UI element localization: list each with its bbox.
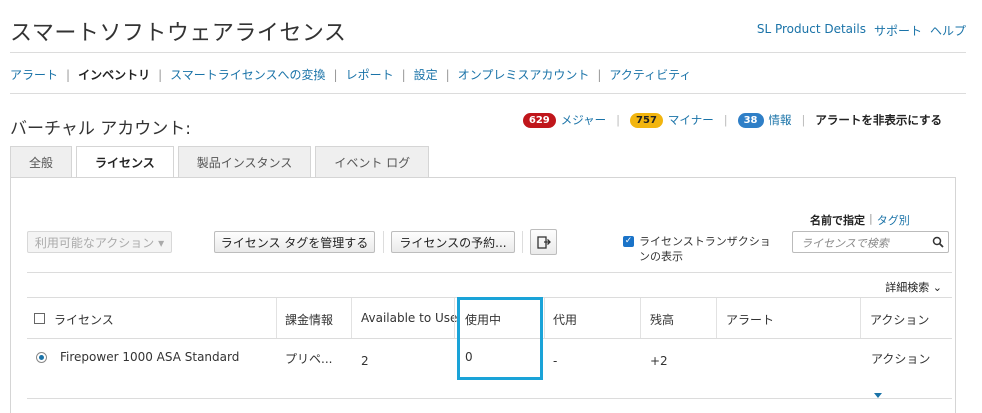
alert-summary: 629 メジャー | 757 マイナー | 38 情報 | アラートを非表示にす… — [522, 112, 942, 128]
row-bottom-border — [27, 398, 952, 399]
nav-separator: | — [401, 67, 406, 82]
export-icon — [536, 236, 551, 249]
minor-alert-link[interactable]: マイナー — [668, 112, 714, 128]
row-radio-selected[interactable] — [36, 352, 47, 363]
tab-licenses[interactable]: ライセンス — [76, 146, 174, 178]
virtual-account-label[interactable]: バーチャル アカウント: — [10, 114, 191, 139]
nav-separator: | — [597, 67, 602, 82]
toolbar-divider — [522, 231, 523, 253]
support-link[interactable]: サポート — [874, 22, 922, 39]
col-balance[interactable]: 残高 — [650, 311, 674, 328]
show-transactions-checkbox[interactable]: ✓ — [623, 236, 634, 247]
balance-cell: +2 — [650, 354, 668, 368]
nav-on-prem-accounts[interactable]: オンプレミスアカウント — [458, 66, 590, 83]
in-use-highlight-box — [457, 297, 543, 380]
substitution-cell: - — [553, 354, 558, 368]
nav-separator: | — [66, 67, 71, 82]
row-actions-link[interactable]: アクション — [871, 350, 930, 367]
filter-by-name[interactable]: 名前で指定 — [810, 212, 865, 228]
col-substitution[interactable]: 代用 — [553, 311, 577, 328]
license-name-link[interactable]: Firepower 1000 ASA Standard — [60, 350, 239, 364]
reserve-licenses-button[interactable]: ライセンスの予約... — [391, 231, 515, 253]
tab-product-instances[interactable]: 製品インスタンス — [177, 146, 312, 177]
show-transactions-label-line1: ライセンストランザクショ — [639, 235, 771, 248]
info-alert-link[interactable]: 情報 — [769, 112, 792, 128]
nav-settings[interactable]: 設定 — [414, 66, 438, 83]
nav-reports[interactable]: レポート — [346, 66, 394, 83]
main-nav: アラート | インベントリ | スマートライセンスへの変換 | レポート | 設… — [10, 66, 691, 83]
nav-inventory[interactable]: インベントリ — [78, 66, 150, 83]
search-filter-toggle: 名前で指定 | タグ別 — [810, 212, 910, 228]
nav-divider — [10, 93, 966, 94]
sl-product-details-link[interactable]: SL Product Details — [757, 22, 866, 39]
license-search-input[interactable]: ライセンスで検索 — [792, 231, 949, 253]
tab-general[interactable]: 全般 — [10, 146, 73, 177]
filter-by-tag[interactable]: タグ別 — [877, 212, 910, 228]
nav-alerts[interactable]: アラート — [10, 66, 58, 83]
available-actions-dropdown[interactable]: 利用可能なアクション ▾ — [27, 231, 172, 253]
nav-separator: | — [158, 67, 163, 82]
minor-alert-badge[interactable]: 757 — [630, 112, 663, 128]
available-cell: 2 — [361, 354, 369, 368]
nav-convert-smart-license[interactable]: スマートライセンスへの変換 — [170, 66, 325, 83]
col-billing[interactable]: 課金情報 — [285, 311, 333, 328]
manage-license-tags-button[interactable]: ライセンス タグを管理する — [214, 231, 375, 253]
col-alert[interactable]: アラート — [726, 311, 774, 328]
export-button[interactable] — [530, 229, 557, 255]
col-available-to-use[interactable]: Available to Use — [361, 311, 457, 325]
tab-event-log[interactable]: イベント ログ — [315, 146, 430, 177]
show-transactions-option[interactable]: ✓ ライセンストランザクショ ンの表示 — [623, 235, 771, 264]
toolbar-divider — [383, 231, 384, 253]
header-divider — [10, 52, 966, 53]
filter-separator: | — [869, 212, 873, 225]
billing-cell: プリペ... — [285, 352, 333, 366]
major-alert-link[interactable]: メジャー — [561, 112, 606, 128]
select-all-checkbox[interactable] — [34, 313, 45, 324]
nav-separator: | — [333, 67, 338, 82]
header-links: SL Product Details サポート ヘルプ — [757, 22, 966, 39]
advanced-search-link[interactable]: 詳細検索 ⌄ — [885, 279, 942, 295]
toolbar-divider-line — [27, 272, 952, 273]
hide-alerts-link[interactable]: アラートを非表示にする — [815, 112, 942, 128]
col-license[interactable]: ライセンス — [54, 311, 114, 328]
search-placeholder: ライセンスで検索 — [801, 237, 889, 250]
nav-separator: | — [445, 67, 450, 82]
tab-bar: 全般 ライセンス 製品インスタンス イベント ログ — [10, 146, 433, 178]
major-alert-badge[interactable]: 629 — [522, 112, 556, 128]
nav-activity[interactable]: アクティビティ — [609, 66, 691, 83]
show-transactions-label-line2: ンの表示 — [639, 250, 683, 263]
col-actions[interactable]: アクション — [870, 311, 929, 328]
page-title: スマートソフトウェアライセンス — [10, 21, 347, 46]
search-icon[interactable] — [932, 236, 944, 248]
help-link[interactable]: ヘルプ — [930, 22, 966, 39]
info-alert-badge[interactable]: 38 — [737, 112, 764, 128]
